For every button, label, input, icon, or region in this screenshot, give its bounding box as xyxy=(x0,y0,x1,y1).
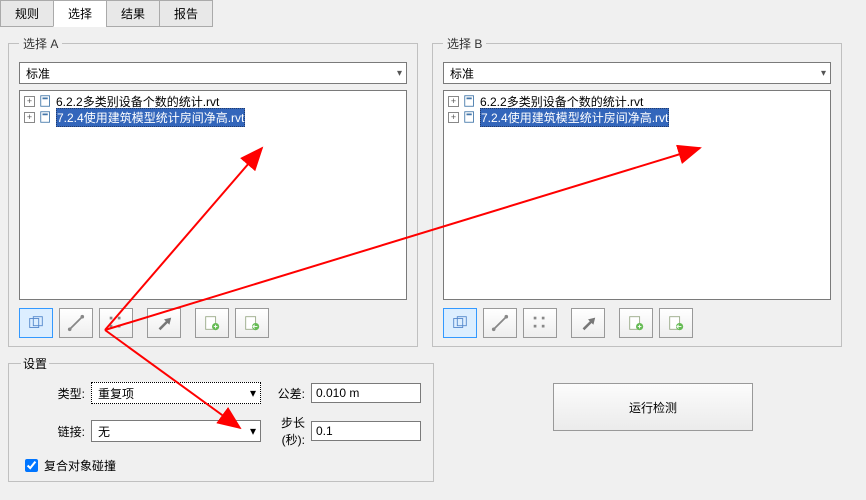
type-label: 类型: xyxy=(21,385,91,402)
selection-a-toolbar xyxy=(19,308,407,338)
file-icon xyxy=(463,94,477,108)
filter-arrow-button[interactable] xyxy=(147,308,181,338)
chevron-down-icon: ▾ xyxy=(821,68,826,79)
filter-arrow-button[interactable] xyxy=(571,308,605,338)
tab-report[interactable]: 报告 xyxy=(159,0,213,27)
tab-rules[interactable]: 规则 xyxy=(0,0,54,27)
step-label: 步长(秒): xyxy=(261,414,311,448)
filter-dots-button[interactable] xyxy=(99,308,133,338)
run-detection-button[interactable]: 运行检测 xyxy=(553,383,753,431)
filter-cube-button[interactable] xyxy=(443,308,477,338)
expand-icon[interactable]: + xyxy=(24,112,35,123)
selection-a-panel: 选择 A 标准 ▾ + 6.2.2多类别设备个数的统计.rvt + 7.2.4使… xyxy=(8,35,418,347)
chevron-down-icon: ▾ xyxy=(250,424,256,438)
selection-a-list[interactable]: + 6.2.2多类别设备个数的统计.rvt + 7.2.4使用建筑模型统计房间净… xyxy=(19,90,407,300)
selection-b-category-combo[interactable]: 标准 ▾ xyxy=(443,62,831,84)
chevron-down-icon: ▾ xyxy=(397,68,402,79)
file-icon xyxy=(39,94,53,108)
expand-icon[interactable]: + xyxy=(448,96,459,107)
selection-a-legend: 选择 A xyxy=(19,35,62,52)
expand-icon[interactable]: + xyxy=(24,96,35,107)
link-combo[interactable]: 无 ▾ xyxy=(91,420,261,442)
sheet-back-button[interactable] xyxy=(659,308,693,338)
expand-icon[interactable]: + xyxy=(448,112,459,123)
filter-cube-button[interactable] xyxy=(19,308,53,338)
filter-line-button[interactable] xyxy=(483,308,517,338)
list-item[interactable]: + 7.2.4使用建筑模型统计房间净高.rvt xyxy=(446,109,828,125)
top-tabs: 规则 选择 结果 报告 xyxy=(0,0,866,27)
settings-panel: 设置 类型: 重复项 ▾ 公差: 链接: 无 ▾ 步长(秒): 复合对象碰撞 xyxy=(8,355,434,482)
tab-results[interactable]: 结果 xyxy=(106,0,160,27)
link-label: 链接: xyxy=(21,423,91,440)
composite-collision-label: 复合对象碰撞 xyxy=(44,457,116,474)
list-item[interactable]: + 7.2.4使用建筑模型统计房间净高.rvt xyxy=(22,109,404,125)
chevron-down-icon: ▾ xyxy=(250,386,256,400)
composite-collision-checkbox[interactable] xyxy=(25,459,38,472)
selection-b-panel: 选择 B 标准 ▾ + 6.2.2多类别设备个数的统计.rvt + 7.2.4使… xyxy=(432,35,842,347)
file-icon xyxy=(39,110,53,124)
type-combo[interactable]: 重复项 ▾ xyxy=(91,382,261,404)
selection-b-list[interactable]: + 6.2.2多类别设备个数的统计.rvt + 7.2.4使用建筑模型统计房间净… xyxy=(443,90,831,300)
step-input[interactable] xyxy=(311,421,421,441)
filter-dots-button[interactable] xyxy=(523,308,557,338)
sheet-add-button[interactable] xyxy=(195,308,229,338)
sheet-add-button[interactable] xyxy=(619,308,653,338)
filter-line-button[interactable] xyxy=(59,308,93,338)
selection-a-category-combo[interactable]: 标准 ▾ xyxy=(19,62,407,84)
file-icon xyxy=(463,110,477,124)
selection-b-toolbar xyxy=(443,308,831,338)
tab-select[interactable]: 选择 xyxy=(53,0,107,27)
sheet-back-button[interactable] xyxy=(235,308,269,338)
tolerance-label: 公差: xyxy=(261,385,311,402)
selection-b-legend: 选择 B xyxy=(443,35,486,52)
tolerance-input[interactable] xyxy=(311,383,421,403)
settings-legend: 设置 xyxy=(21,355,49,372)
